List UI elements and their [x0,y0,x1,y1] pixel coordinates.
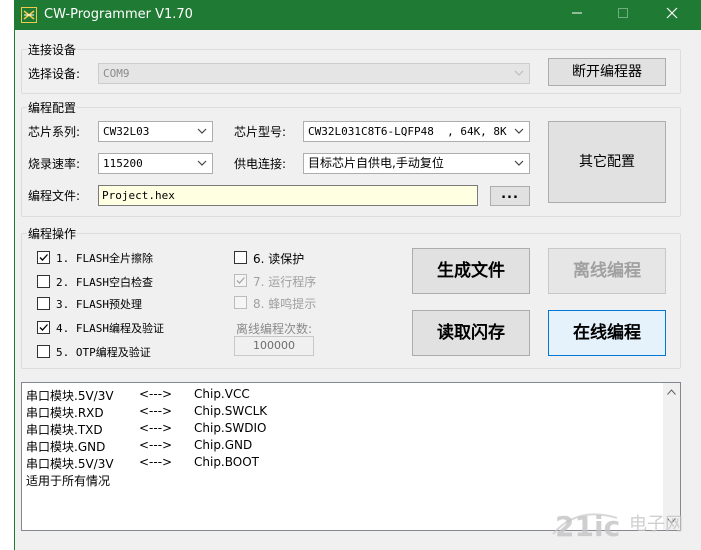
maximize-button [600,0,646,30]
close-button[interactable] [649,0,695,30]
log-arrow: <---> [139,455,173,469]
log-footer-text: 适用于所有情况 [26,474,111,488]
option-label: 4. FLASH编程及验证 [56,322,164,335]
log-target: Chip.GND [194,438,253,452]
baud-value: 115200 [103,157,143,170]
maximize-icon [618,8,628,18]
chevron-down-icon [514,70,524,76]
checkbox [234,296,247,309]
baud-label: 烧录速率: [28,157,81,171]
checkbox[interactable] [37,251,50,264]
log-arrow: <---> [139,421,173,435]
checkbox[interactable] [37,297,50,310]
log-arrow: <---> [139,404,173,418]
log-arrow: <---> [139,438,173,452]
chip-series-select[interactable]: CW32L03 [98,121,213,142]
app-logo-icon [21,7,37,23]
ops-group-label: 编程操作 [27,225,78,242]
watermark-swirl-icon: 21ic 电子网 [552,510,683,543]
watermark-text: 21ic [555,510,620,543]
read-flash-button[interactable]: 读取闪存 [412,310,530,356]
chevron-down-icon [197,160,207,166]
check-icon [39,324,48,331]
chip-model-label: 芯片型号: [234,125,287,139]
file-label: 编程文件: [28,189,81,203]
log-source: 串口模块.TXD [26,423,103,437]
scroll-up-icon[interactable] [667,389,676,395]
file-path-input[interactable]: Project.hex [98,185,478,206]
offline-count-label: 离线编程次数: [236,322,313,336]
log-target: Chip.SWCLK [194,404,268,418]
log-target: Chip.VCC [194,387,250,401]
option-label: 2. FLASH空白检查 [56,276,153,289]
chip-series-value: CW32L03 [103,125,150,138]
checkbox[interactable] [234,251,247,264]
watermark-logo: 21ic 电子网 [547,500,701,546]
chip-model-select[interactable]: CW32L031C8T6-LQFP48 , 64K, 8K [303,121,530,142]
disconnect-button[interactable]: 断开编程器 [548,58,666,86]
device-select-value: COM9 [103,67,130,80]
close-icon [666,7,678,19]
connect-group-label: 连接设备 [27,41,78,58]
minimize-button[interactable] [554,0,600,30]
chevron-down-icon [514,128,524,134]
config-group-label: 编程配置 [27,99,78,116]
chevron-down-icon [197,128,207,134]
option-label: 1. FLASH全片擦除 [56,252,153,265]
app-window: CW-Programmer V1.70 连接设备 选择设备: COM9 断开编程… [14,0,701,550]
browse-button[interactable]: ... [490,186,530,206]
check-icon [236,277,245,284]
option-label: 6. 读保护 [253,252,305,266]
option-label: 3. FLASH预处理 [56,298,142,311]
chip-model-value: CW32L031C8T6-LQFP48 , 64K, 8K [308,125,507,138]
log-source: 串口模块.5V/3V [26,457,114,471]
checkbox[interactable] [37,275,50,288]
check-icon [39,254,48,261]
offline-count-input: 100000 [234,336,314,356]
option-label: 7. 运行程序 [253,275,317,289]
log-source: 串口模块.5V/3V [26,389,114,403]
power-label: 供电连接: [234,157,287,171]
device-select: COM9 [98,63,530,84]
other-config-button[interactable]: 其它配置 [548,121,666,203]
baud-select[interactable]: 115200 [98,153,213,174]
device-label: 选择设备: [28,67,81,81]
chevron-down-icon [514,160,524,166]
chip-series-label: 芯片系列: [28,125,81,139]
generate-file-button[interactable]: 生成文件 [412,248,530,294]
log-arrow: <---> [139,387,173,401]
power-value: 目标芯片自供电,手动复位 [308,156,444,170]
window-title: CW-Programmer V1.70 [44,7,193,22]
log-target: Chip.BOOT [194,455,259,469]
power-select[interactable]: 目标芯片自供电,手动复位 [303,153,530,174]
background-window-strip [0,0,14,550]
checkbox[interactable] [37,321,50,334]
checkbox[interactable] [37,345,50,358]
online-program-button[interactable]: 在线编程 [548,310,666,356]
minimize-icon [572,12,582,14]
title-bar[interactable]: CW-Programmer V1.70 [15,0,701,30]
offline-program-button: 离线编程 [548,248,666,294]
watermark-text-2: 电子网 [629,514,683,535]
log-target: Chip.SWDIO [194,421,267,435]
log-source: 串口模块.RXD [26,406,104,420]
log-source: 串口模块.GND [26,440,106,454]
checkbox [234,274,247,287]
option-label: 8. 蜂鸣提示 [253,297,317,311]
option-label: 5. OTP编程及验证 [56,346,151,359]
